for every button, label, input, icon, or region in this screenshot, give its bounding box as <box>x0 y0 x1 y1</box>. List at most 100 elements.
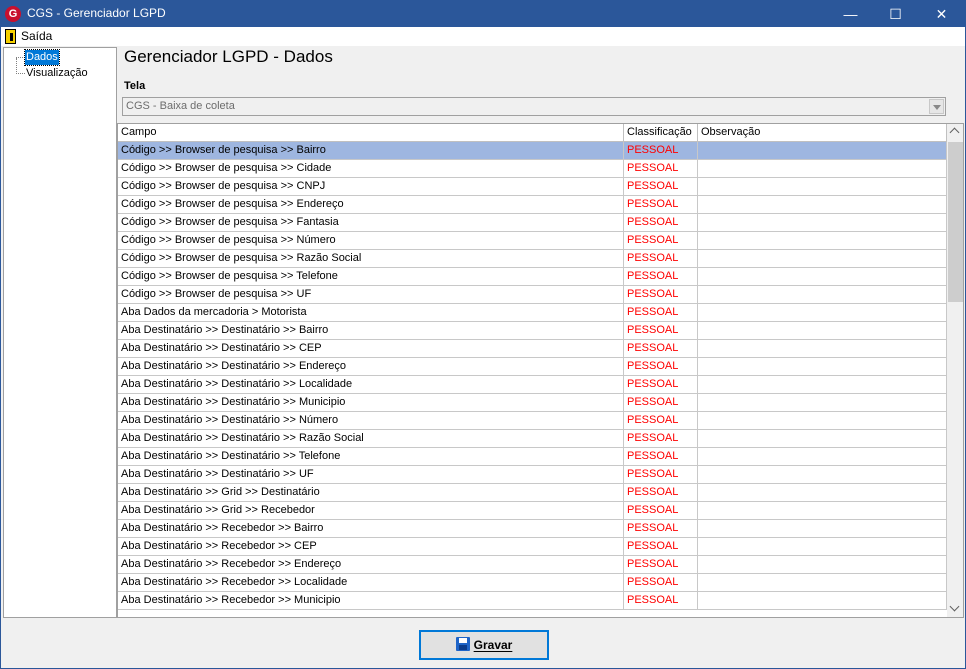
table-row[interactable]: Aba Destinatário >> Destinatário >> Tele… <box>118 448 947 466</box>
table-row[interactable]: Código >> Browser de pesquisa >> CNPJ PES… <box>118 178 947 196</box>
table-row[interactable]: Aba Destinatário >> Recebedor >> Localid… <box>118 574 947 592</box>
cell-observacao[interactable] <box>698 340 947 357</box>
cell-observacao[interactable] <box>698 268 947 285</box>
cell-classificacao[interactable]: PESSOAL <box>624 160 698 177</box>
table-row[interactable]: Código >> Browser de pesquisa >> Fantasi… <box>118 214 947 232</box>
minimize-button[interactable]: — <box>828 1 873 27</box>
table-row[interactable]: Código >> Browser de pesquisa >> Razão S… <box>118 250 947 268</box>
cell-observacao[interactable] <box>698 286 947 303</box>
table-row[interactable]: Aba Destinatário >> Recebedor >> CEP PESS… <box>118 538 947 556</box>
cell-classificacao[interactable]: PESSOAL <box>624 466 698 483</box>
cell-observacao[interactable] <box>698 358 947 375</box>
cell-classificacao[interactable]: PESSOAL <box>624 178 698 195</box>
cell-campo[interactable]: Aba Destinatário >> Recebedor >> Endereç… <box>118 556 624 573</box>
table-row[interactable]: Aba Destinatário >> Destinatário >> Loca… <box>118 376 947 394</box>
cell-observacao[interactable] <box>698 574 947 591</box>
cell-classificacao[interactable]: PESSOAL <box>624 430 698 447</box>
cell-campo[interactable]: Aba Destinatário >> Destinatário >> Bair… <box>118 322 624 339</box>
table-row[interactable]: Código >> Browser de pesquisa >> Bairro P… <box>118 142 947 160</box>
cell-classificacao[interactable]: PESSOAL <box>624 574 698 591</box>
cell-campo[interactable]: Aba Dados da mercadoria > Motorista <box>118 304 624 321</box>
table-row[interactable]: Código >> Browser de pesquisa >> Telefon… <box>118 268 947 286</box>
cell-classificacao[interactable]: PESSOAL <box>624 142 698 159</box>
cell-classificacao[interactable]: PESSOAL <box>624 412 698 429</box>
table-row[interactable]: Aba Destinatário >> Recebedor >> Municip… <box>118 592 947 610</box>
cell-observacao[interactable] <box>698 304 947 321</box>
cell-classificacao[interactable]: PESSOAL <box>624 376 698 393</box>
cell-campo[interactable]: Código >> Browser de pesquisa >> Telefon… <box>118 268 624 285</box>
cell-campo[interactable]: Aba Destinatário >> Destinatário >> Núme… <box>118 412 624 429</box>
cell-campo[interactable]: Aba Destinatário >> Destinatário >> Muni… <box>118 394 624 411</box>
cell-observacao[interactable] <box>698 160 947 177</box>
cell-observacao[interactable] <box>698 412 947 429</box>
cell-observacao[interactable] <box>698 538 947 555</box>
cell-classificacao[interactable]: PESSOAL <box>624 358 698 375</box>
cell-classificacao[interactable]: PESSOAL <box>624 538 698 555</box>
table-row[interactable]: Aba Destinatário >> Recebedor >> Bairro P… <box>118 520 947 538</box>
scroll-down-icon[interactable] <box>947 600 963 617</box>
cell-observacao[interactable] <box>698 430 947 447</box>
cell-classificacao[interactable]: PESSOAL <box>624 556 698 573</box>
cell-campo[interactable]: Aba Destinatário >> Destinatário >> Loca… <box>118 376 624 393</box>
cell-classificacao[interactable]: PESSOAL <box>624 286 698 303</box>
chevron-down-icon[interactable] <box>929 99 944 114</box>
tree-item-visualizacao[interactable]: Visualização <box>25 66 89 81</box>
cell-classificacao[interactable]: PESSOAL <box>624 232 698 249</box>
vertical-scrollbar[interactable] <box>947 124 963 617</box>
table-row[interactable]: Aba Destinatário >> Destinatário >> Ende… <box>118 358 947 376</box>
table-row[interactable]: Código >> Browser de pesquisa >> Cidade P… <box>118 160 947 178</box>
cell-observacao[interactable] <box>698 178 947 195</box>
table-row[interactable]: Aba Destinatário >> Destinatário >> Razã… <box>118 430 947 448</box>
cell-classificacao[interactable]: PESSOAL <box>624 520 698 537</box>
cell-campo[interactable]: Código >> Browser de pesquisa >> Fantasi… <box>118 214 624 231</box>
cell-campo[interactable]: Código >> Browser de pesquisa >> Número <box>118 232 624 249</box>
cell-observacao[interactable] <box>698 484 947 501</box>
table-row[interactable]: Código >> Browser de pesquisa >> Número P… <box>118 232 947 250</box>
tree-item-dados[interactable]: Dados <box>24 49 60 66</box>
cell-observacao[interactable] <box>698 214 947 231</box>
cell-observacao[interactable] <box>698 502 947 519</box>
cell-campo[interactable]: Aba Destinatário >> Destinatário >> CEP <box>118 340 624 357</box>
scrollbar-thumb[interactable] <box>948 142 963 302</box>
cell-campo[interactable]: Aba Destinatário >> Destinatário >> Razã… <box>118 430 624 447</box>
cell-classificacao[interactable]: PESSOAL <box>624 502 698 519</box>
cell-observacao[interactable] <box>698 322 947 339</box>
table-row[interactable]: Aba Dados da mercadoria > Motorista PESSO… <box>118 304 947 322</box>
cell-campo[interactable]: Aba Destinatário >> Destinatário >> Tele… <box>118 448 624 465</box>
cell-observacao[interactable] <box>698 520 947 537</box>
cell-campo[interactable]: Aba Destinatário >> Destinatário >> UF <box>118 466 624 483</box>
table-row[interactable]: Aba Destinatário >> Destinatário >> Núme… <box>118 412 947 430</box>
cell-campo[interactable]: Aba Destinatário >> Recebedor >> CEP <box>118 538 624 555</box>
cell-observacao[interactable] <box>698 592 947 609</box>
column-header-classificacao[interactable]: Classificação <box>624 124 698 142</box>
table-row[interactable]: Código >> Browser de pesquisa >> Endereç… <box>118 196 947 214</box>
table-row[interactable]: Aba Destinatário >> Destinatário >> CEP P… <box>118 340 947 358</box>
data-grid[interactable]: Campo Classificação Observação Código >>… <box>117 123 964 618</box>
table-row[interactable]: Aba Destinatário >> Grid >> Recebedor PES… <box>118 502 947 520</box>
cell-campo[interactable]: Código >> Browser de pesquisa >> CNPJ <box>118 178 624 195</box>
cell-campo[interactable]: Código >> Browser de pesquisa >> Razão S… <box>118 250 624 267</box>
cell-campo[interactable]: Aba Destinatário >> Destinatário >> Ende… <box>118 358 624 375</box>
cell-classificacao[interactable]: PESSOAL <box>624 322 698 339</box>
cell-classificacao[interactable]: PESSOAL <box>624 250 698 267</box>
cell-campo[interactable]: Código >> Browser de pesquisa >> UF <box>118 286 624 303</box>
maximize-button[interactable]: ☐ <box>873 1 918 27</box>
cell-campo[interactable]: Aba Destinatário >> Recebedor >> Municip… <box>118 592 624 609</box>
cell-classificacao[interactable]: PESSOAL <box>624 592 698 609</box>
cell-campo[interactable]: Aba Destinatário >> Recebedor >> Localid… <box>118 574 624 591</box>
cell-observacao[interactable] <box>698 466 947 483</box>
cell-classificacao[interactable]: PESSOAL <box>624 214 698 231</box>
table-row[interactable]: Aba Destinatário >> Destinatário >> Muni… <box>118 394 947 412</box>
tela-select[interactable]: CGS - Baixa de coleta <box>122 97 946 116</box>
column-header-observacao[interactable]: Observação <box>698 124 947 142</box>
cell-observacao[interactable] <box>698 142 947 159</box>
cell-classificacao[interactable]: PESSOAL <box>624 340 698 357</box>
cell-observacao[interactable] <box>698 448 947 465</box>
cell-classificacao[interactable]: PESSOAL <box>624 304 698 321</box>
cell-observacao[interactable] <box>698 394 947 411</box>
cell-campo[interactable]: Código >> Browser de pesquisa >> Endereç… <box>118 196 624 213</box>
column-header-campo[interactable]: Campo <box>118 124 624 142</box>
close-button[interactable]: ✕ <box>919 1 964 27</box>
cell-campo[interactable]: Código >> Browser de pesquisa >> Bairro <box>118 142 624 159</box>
table-row[interactable]: Código >> Browser de pesquisa >> UF PESSO… <box>118 286 947 304</box>
